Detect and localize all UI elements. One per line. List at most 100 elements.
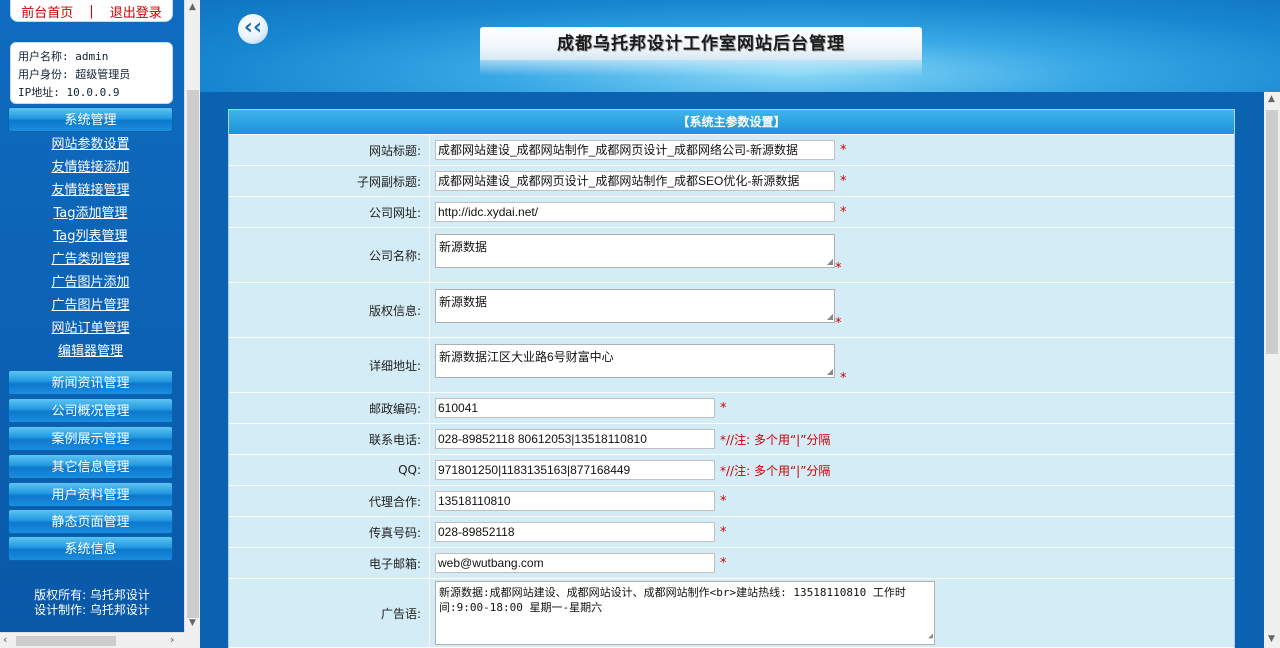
- required-mark: *: [840, 204, 847, 220]
- agency-input[interactable]: 13518110810: [435, 491, 715, 511]
- field-label: 广告语:: [229, 579, 430, 647]
- field-label: QQ:: [229, 455, 430, 485]
- form-title: 【系统主参数设置】: [229, 110, 1234, 135]
- scrollbar-thumb[interactable]: [187, 90, 199, 618]
- menu-system-info[interactable]: 系统信息: [8, 536, 173, 561]
- menu-news-management[interactable]: 新闻资讯管理: [8, 370, 173, 395]
- field-label: 公司网址:: [229, 197, 430, 227]
- fax-input[interactable]: 028-89852118: [435, 522, 715, 542]
- back-arrow-icon[interactable]: ‹‹: [238, 14, 268, 44]
- qq-input[interactable]: 971801250|1183135163|877168449: [435, 460, 715, 480]
- phone-input[interactable]: 028-89852118 80612053|13518110810: [435, 429, 715, 449]
- postcode-input[interactable]: 610041: [435, 398, 715, 418]
- form-row-ad-text: 广告语: 新源数据:成都网站建设、成都网站设计、成都网站制作<br>建站热线: …: [229, 579, 1234, 648]
- form-row-fax: 传真号码: 028-89852118 *: [229, 517, 1234, 548]
- textarea-text: 新源数据:成都网站建设、成都网站设计、成都网站制作<br>建站热线: 13518…: [439, 586, 906, 614]
- field-label: 公司名称:: [229, 228, 430, 282]
- form-row-qq: QQ: 971801250|1183135163|877168449 *//注: …: [229, 455, 1234, 486]
- copyright-owner: 版权所有: 乌托邦设计: [34, 588, 150, 602]
- submenu-order-manage[interactable]: 网站订单管理: [8, 319, 173, 339]
- logout-link[interactable]: 退出登录: [110, 2, 162, 21]
- top-links: 前台首页 | 退出登录: [10, 0, 173, 22]
- scroll-left-arrow-icon[interactable]: ‹: [3, 633, 7, 646]
- required-mark: *: [835, 261, 842, 276]
- submenu-friend-link-manage[interactable]: 友情链接管理: [8, 181, 173, 201]
- form-row-sub-title: 子网副标题: 成都网站建设_成都网页设计_成都网站制作_成都SEO优化-新源数据…: [229, 166, 1234, 197]
- qq-note: *//注: 多个用“|”分隔: [720, 463, 831, 478]
- required-mark: *: [840, 142, 847, 158]
- textarea-text: 新源数据: [439, 240, 488, 254]
- menu-other-info[interactable]: 其它信息管理: [8, 454, 173, 479]
- address-textarea[interactable]: 新源数据江区大业路6号财富中心 ◢: [435, 344, 835, 378]
- ad-text-textarea[interactable]: 新源数据:成都网站建设、成都网站设计、成都网站制作<br>建站热线: 13518…: [435, 581, 935, 645]
- menu-static-pages[interactable]: 静态页面管理: [8, 509, 173, 534]
- scroll-down-arrow-icon[interactable]: ▼: [1268, 634, 1275, 644]
- scroll-down-arrow-icon[interactable]: ▼: [189, 618, 196, 628]
- menu-case-showcase[interactable]: 案例展示管理: [8, 426, 173, 451]
- submenu-site-params[interactable]: 网站参数设置: [8, 135, 173, 155]
- field-label: 联系电话:: [229, 424, 430, 454]
- main-content: 【系统主参数设置】 网站标题: 成都网站建设_成都网站制作_成都网页设计_成都网…: [200, 92, 1264, 648]
- user-info-box: 用户名称: admin 用户身份: 超级管理员 IP地址: 10.0.0.9: [10, 42, 173, 104]
- main-vertical-scrollbar[interactable]: ▲ ▼: [1264, 92, 1280, 648]
- required-mark: *: [840, 173, 847, 189]
- settings-form: 【系统主参数设置】 网站标题: 成都网站建设_成都网站制作_成都网页设计_成都网…: [228, 109, 1235, 648]
- submenu-ad-image-manage[interactable]: 广告图片管理: [8, 296, 173, 316]
- copyright-textarea[interactable]: 新源数据 ◢: [435, 289, 835, 323]
- menu-user-data[interactable]: 用户资料管理: [8, 482, 173, 507]
- sidebar: 前台首页 | 退出登录 用户名称: admin 用户身份: 超级管理员 IP地址…: [0, 0, 200, 648]
- sidebar-vertical-scrollbar[interactable]: ▲ ▼: [184, 0, 200, 632]
- scroll-up-arrow-icon[interactable]: ▲: [189, 2, 196, 12]
- ip-address-text: IP地址: 10.0.0.9: [18, 86, 120, 99]
- form-row-company-url: 公司网址: http://idc.xydai.net/ *: [229, 197, 1234, 228]
- submenu-ad-category[interactable]: 广告类别管理: [8, 250, 173, 270]
- sub-title-input[interactable]: 成都网站建设_成都网页设计_成都网站制作_成都SEO优化-新源数据: [435, 171, 835, 191]
- required-mark: *: [835, 316, 842, 331]
- textarea-text: 新源数据: [439, 295, 488, 309]
- site-title-input[interactable]: 成都网站建设_成都网站制作_成都网页设计_成都网络公司-新源数据: [435, 140, 835, 160]
- field-label: 传真号码:: [229, 517, 430, 547]
- scroll-up-arrow-icon[interactable]: ▲: [1268, 94, 1275, 104]
- sidebar-content: 前台首页 | 退出登录 用户名称: admin 用户身份: 超级管理员 IP地址…: [0, 0, 184, 632]
- company-name-textarea[interactable]: 新源数据 ◢: [435, 234, 835, 268]
- username-text: 用户名称: admin: [18, 50, 109, 63]
- field-label: 电子邮箱:: [229, 548, 430, 578]
- scrollbar-thumb[interactable]: [16, 636, 116, 646]
- banner-title: 成都乌托邦设计工作室网站后台管理: [480, 27, 922, 60]
- resize-grip-icon[interactable]: ◢: [827, 367, 833, 376]
- submenu-tag-add[interactable]: Tag添加管理: [8, 204, 173, 224]
- field-label: 版权信息:: [229, 283, 430, 337]
- sidebar-horizontal-scrollbar[interactable]: ‹ ›: [0, 632, 184, 648]
- form-row-address: 详细地址: 新源数据江区大业路6号财富中心 ◢ *: [229, 338, 1234, 393]
- email-input[interactable]: web@wutbang.com: [435, 553, 715, 573]
- required-mark: *: [720, 555, 727, 571]
- menu-system-management[interactable]: 系统管理: [8, 107, 173, 132]
- user-role-text: 用户身份: 超级管理员: [18, 68, 131, 81]
- submenu-ad-image-add[interactable]: 广告图片添加: [8, 273, 173, 293]
- submenu-friend-link-add[interactable]: 友情链接添加: [8, 158, 173, 178]
- field-label: 代理合作:: [229, 486, 430, 516]
- field-label: 邮政编码:: [229, 393, 430, 423]
- form-row-phone: 联系电话: 028-89852118 80612053|13518110810 *…: [229, 424, 1234, 455]
- company-url-input[interactable]: http://idc.xydai.net/: [435, 202, 835, 222]
- scroll-right-arrow-icon[interactable]: ›: [170, 633, 174, 646]
- submenu-editor-manage[interactable]: 编辑器管理: [8, 342, 173, 362]
- link-separator: |: [89, 3, 94, 19]
- resize-grip-icon[interactable]: ◢: [928, 628, 933, 643]
- scrollbar-thumb[interactable]: [1266, 110, 1278, 354]
- submenu-tag-list[interactable]: Tag列表管理: [8, 227, 173, 247]
- form-row-company-name: 公司名称: 新源数据 ◢ *: [229, 228, 1234, 283]
- form-row-agency: 代理合作: 13518110810 *: [229, 486, 1234, 517]
- resize-grip-icon[interactable]: ◢: [827, 312, 833, 321]
- sidebar-copyright: 版权所有: 乌托邦设计 设计制作: 乌托邦设计: [0, 588, 184, 618]
- form-row-postcode: 邮政编码: 610041 *: [229, 393, 1234, 424]
- home-link[interactable]: 前台首页: [21, 2, 73, 21]
- required-mark: *: [720, 524, 727, 540]
- page-header: ‹‹ 成都乌托邦设计工作室网站后台管理: [200, 0, 1280, 92]
- required-mark: *: [720, 493, 727, 509]
- field-label: 网站标题:: [229, 135, 430, 165]
- resize-grip-icon[interactable]: ◢: [827, 257, 833, 266]
- field-label: 详细地址:: [229, 338, 430, 392]
- field-label: 子网副标题:: [229, 166, 430, 196]
- menu-company-profile[interactable]: 公司概况管理: [8, 398, 173, 423]
